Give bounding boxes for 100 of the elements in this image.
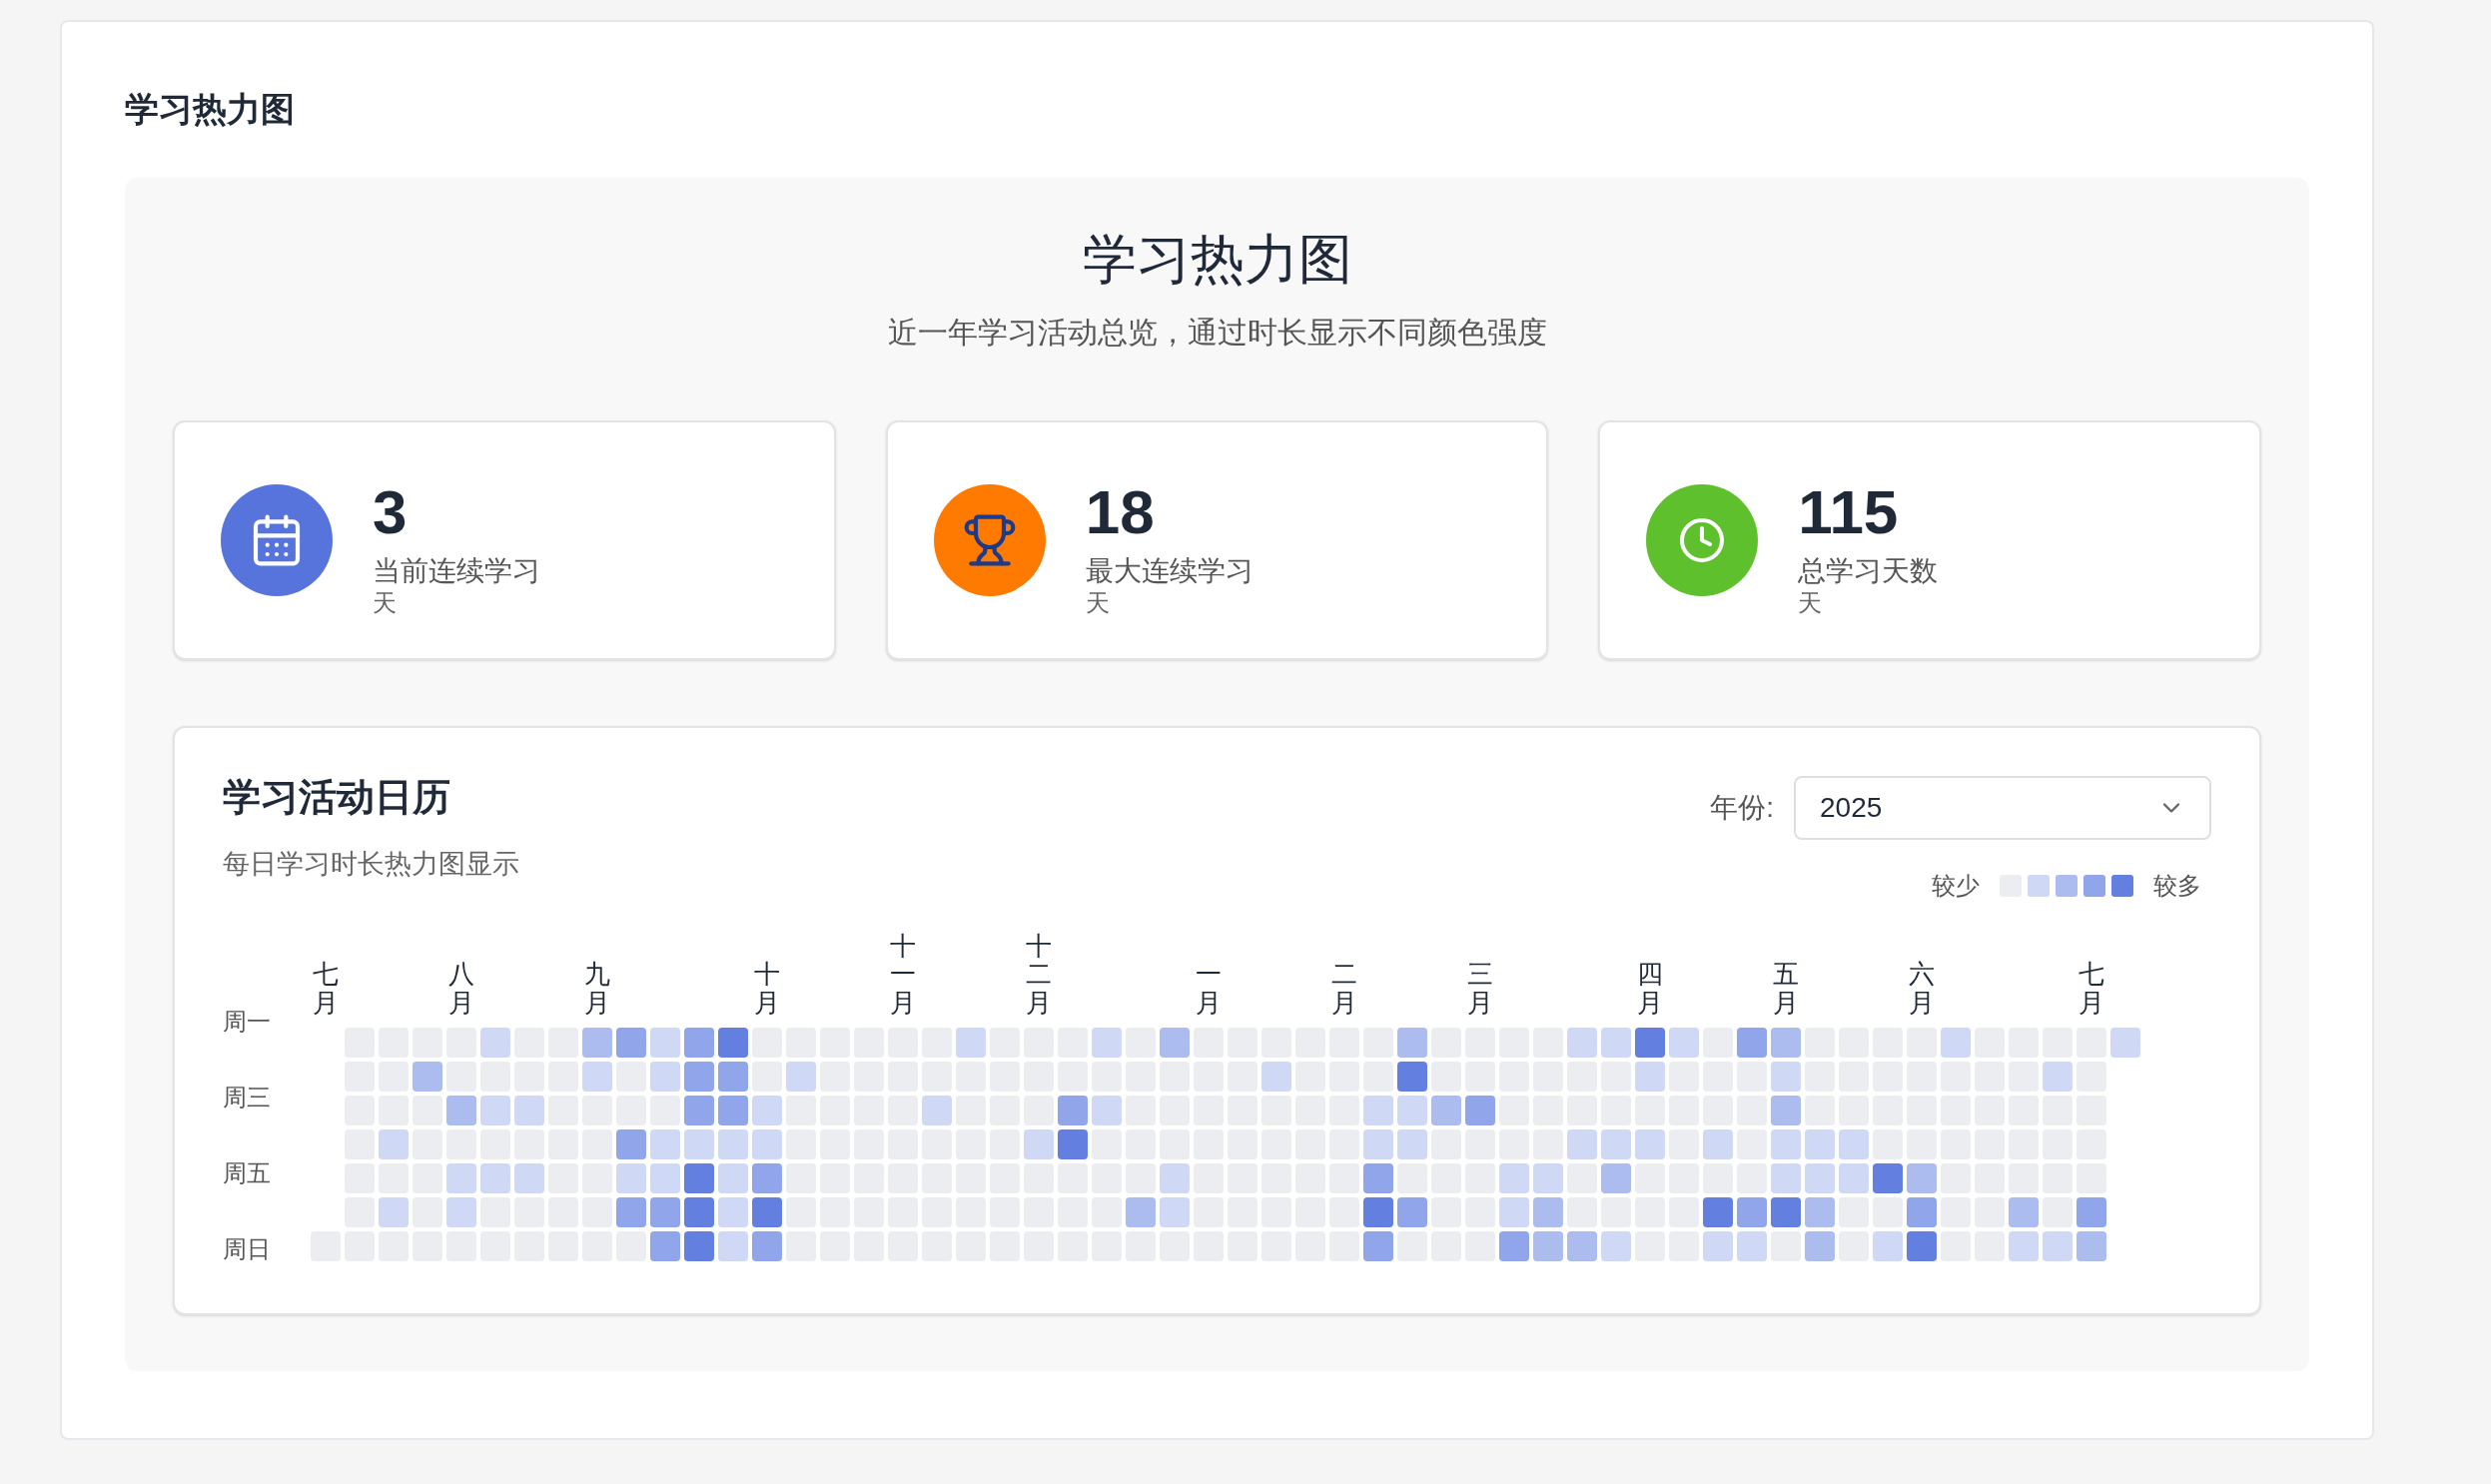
day-cell[interactable] <box>718 1196 748 1227</box>
day-cell[interactable] <box>718 1061 748 1092</box>
day-cell[interactable] <box>1567 1128 1597 1159</box>
day-cell[interactable] <box>718 1230 748 1261</box>
day-cell[interactable] <box>616 1162 646 1193</box>
day-cell[interactable] <box>1805 1230 1835 1261</box>
day-cell[interactable] <box>684 1027 714 1058</box>
day-cell[interactable] <box>1771 1095 1801 1125</box>
day-cell[interactable] <box>1465 1095 1495 1125</box>
day-cell[interactable] <box>1805 1128 1835 1159</box>
day-cell[interactable] <box>1160 1162 1190 1193</box>
day-cell[interactable] <box>1024 1128 1054 1159</box>
day-cell[interactable] <box>1601 1162 1631 1193</box>
day-cell[interactable] <box>684 1128 714 1159</box>
day-cell[interactable] <box>582 1027 612 1058</box>
day-cell[interactable] <box>2076 1230 2106 1261</box>
day-cell[interactable] <box>684 1095 714 1125</box>
day-cell[interactable] <box>1397 1027 1427 1058</box>
day-cell[interactable] <box>514 1095 544 1125</box>
day-cell[interactable] <box>1771 1027 1801 1058</box>
day-cell[interactable] <box>1771 1128 1801 1159</box>
day-cell[interactable] <box>684 1162 714 1193</box>
day-cell[interactable] <box>718 1095 748 1125</box>
day-cell[interactable] <box>1941 1027 1971 1058</box>
day-cell[interactable] <box>1907 1196 1937 1227</box>
day-cell[interactable] <box>752 1196 782 1227</box>
day-cell[interactable] <box>752 1230 782 1261</box>
day-cell[interactable] <box>1635 1061 1665 1092</box>
day-cell[interactable] <box>1737 1027 1767 1058</box>
day-cell[interactable] <box>1058 1128 1088 1159</box>
day-cell[interactable] <box>752 1095 782 1125</box>
day-cell[interactable] <box>2043 1061 2073 1092</box>
day-cell[interactable] <box>650 1230 680 1261</box>
day-cell[interactable] <box>1839 1128 1869 1159</box>
day-cell[interactable] <box>1873 1162 1903 1193</box>
day-cell[interactable] <box>1363 1128 1393 1159</box>
day-cell[interactable] <box>1533 1196 1563 1227</box>
day-cell[interactable] <box>1160 1196 1190 1227</box>
day-cell[interactable] <box>1635 1027 1665 1058</box>
year-select[interactable]: 2025 <box>1794 775 2211 840</box>
day-cell[interactable] <box>1397 1128 1427 1159</box>
day-cell[interactable] <box>718 1162 748 1193</box>
day-cell[interactable] <box>1703 1230 1733 1261</box>
day-cell[interactable] <box>1499 1230 1529 1261</box>
day-cell[interactable] <box>1669 1027 1699 1058</box>
day-cell[interactable] <box>684 1196 714 1227</box>
day-cell[interactable] <box>1805 1196 1835 1227</box>
day-cell[interactable] <box>1397 1061 1427 1092</box>
day-cell[interactable] <box>2076 1196 2106 1227</box>
day-cell[interactable] <box>582 1061 612 1092</box>
day-cell[interactable] <box>616 1196 646 1227</box>
day-cell[interactable] <box>1805 1162 1835 1193</box>
day-cell[interactable] <box>650 1061 680 1092</box>
day-cell[interactable] <box>446 1162 476 1193</box>
day-cell[interactable] <box>1703 1128 1733 1159</box>
day-cell[interactable] <box>1363 1095 1393 1125</box>
day-cell[interactable] <box>786 1061 816 1092</box>
day-cell[interactable] <box>1703 1196 1733 1227</box>
day-cell[interactable] <box>1126 1196 1156 1227</box>
day-cell[interactable] <box>752 1128 782 1159</box>
day-cell[interactable] <box>1499 1162 1529 1193</box>
day-cell[interactable] <box>1601 1128 1631 1159</box>
day-cell[interactable] <box>1771 1162 1801 1193</box>
day-cell[interactable] <box>2110 1027 2140 1058</box>
day-cell[interactable] <box>1533 1230 1563 1261</box>
day-cell[interactable] <box>379 1196 409 1227</box>
day-cell[interactable] <box>2009 1230 2039 1261</box>
day-cell[interactable] <box>1533 1162 1563 1193</box>
day-cell[interactable] <box>684 1061 714 1092</box>
day-cell[interactable] <box>446 1196 476 1227</box>
day-cell[interactable] <box>480 1095 510 1125</box>
day-cell[interactable] <box>1363 1230 1393 1261</box>
day-cell[interactable] <box>2009 1196 2039 1227</box>
day-cell[interactable] <box>1771 1061 1801 1092</box>
day-cell[interactable] <box>1160 1027 1190 1058</box>
day-cell[interactable] <box>650 1027 680 1058</box>
day-cell[interactable] <box>1907 1230 1937 1261</box>
day-cell[interactable] <box>1737 1196 1767 1227</box>
day-cell[interactable] <box>1363 1162 1393 1193</box>
day-cell[interactable] <box>1737 1230 1767 1261</box>
day-cell[interactable] <box>1873 1230 1903 1261</box>
day-cell[interactable] <box>1261 1061 1291 1092</box>
day-cell[interactable] <box>616 1128 646 1159</box>
day-cell[interactable] <box>1601 1230 1631 1261</box>
day-cell[interactable] <box>1567 1230 1597 1261</box>
day-cell[interactable] <box>480 1162 510 1193</box>
day-cell[interactable] <box>616 1027 646 1058</box>
day-cell[interactable] <box>1839 1162 1869 1193</box>
day-cell[interactable] <box>922 1095 952 1125</box>
day-cell[interactable] <box>1092 1027 1122 1058</box>
day-cell[interactable] <box>650 1162 680 1193</box>
day-cell[interactable] <box>413 1061 442 1092</box>
day-cell[interactable] <box>684 1230 714 1261</box>
day-cell[interactable] <box>1499 1196 1529 1227</box>
day-cell[interactable] <box>1363 1196 1393 1227</box>
day-cell[interactable] <box>1907 1162 1937 1193</box>
day-cell[interactable] <box>1092 1095 1122 1125</box>
day-cell[interactable] <box>956 1027 986 1058</box>
day-cell[interactable] <box>718 1128 748 1159</box>
day-cell[interactable] <box>1635 1128 1665 1159</box>
